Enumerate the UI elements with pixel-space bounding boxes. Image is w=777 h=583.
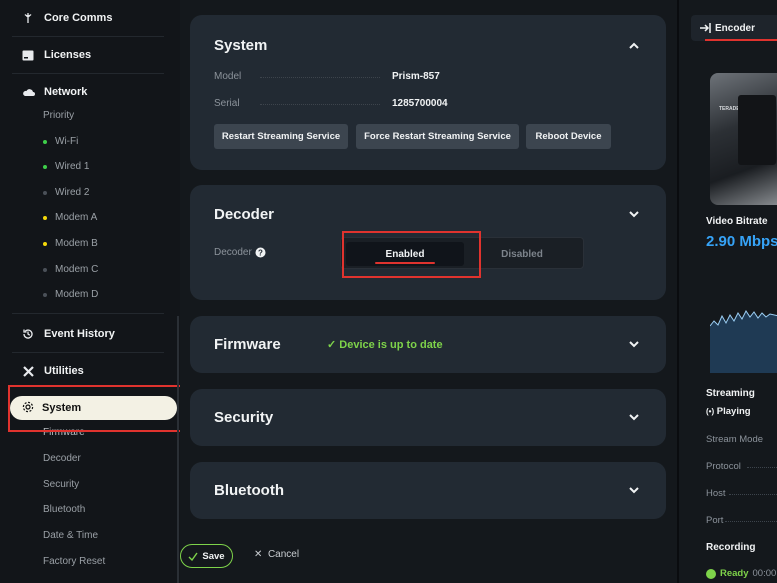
system-item-security[interactable]: Security (43, 479, 79, 490)
sidebar-item-event-history[interactable]: Event History (0, 326, 170, 342)
protocol-label: Protocol (706, 461, 741, 472)
svg-text:?: ? (258, 249, 263, 258)
model-label: Model (214, 71, 242, 82)
force-restart-streaming-button[interactable]: Force Restart Streaming Service (356, 124, 519, 149)
network-item-priority[interactable]: Priority (43, 110, 74, 121)
system-item-bluetooth[interactable]: Bluetooth (43, 504, 85, 515)
input-arrow-icon (700, 23, 711, 33)
chevron-down-icon[interactable] (628, 411, 640, 423)
sidebar-item-label: Event History (44, 328, 115, 340)
sidebar-item-utilities[interactable]: Utilities (0, 363, 170, 379)
check-icon: ✓ (327, 339, 337, 351)
video-bitrate-value: 2.90 Mbps (706, 233, 777, 250)
leader-dots (260, 104, 380, 105)
sidebar: Core Comms Licenses Network Priority Wi-… (0, 0, 188, 583)
status-dot (43, 215, 47, 220)
license-icon (21, 48, 35, 62)
chevron-up-icon[interactable] (628, 40, 640, 52)
status-dot (43, 190, 47, 195)
sidebar-item-label: Core Comms (44, 12, 113, 24)
stream-mode-label: Stream Mode (706, 434, 764, 445)
card-title: System (214, 37, 268, 54)
network-item-wifi[interactable]: Wi-Fi (43, 136, 78, 147)
sidebar-item-label: Network (44, 86, 88, 98)
streaming-label: Streaming (706, 388, 755, 399)
status-dot (43, 164, 47, 169)
right-panel: Encoder TERADEK Video Bitrate 2.90 Mbps … (677, 0, 777, 583)
network-item-modem-c[interactable]: Modem C (43, 264, 98, 275)
sidebar-item-licenses[interactable]: Licenses (0, 47, 170, 63)
network-item-modem-b[interactable]: Modem B (43, 238, 98, 249)
check-icon (188, 552, 198, 561)
status-dot (43, 139, 47, 144)
leader-dots (260, 77, 380, 78)
restart-streaming-button[interactable]: Restart Streaming Service (214, 124, 348, 149)
chevron-down-icon[interactable] (628, 338, 640, 350)
help-icon[interactable]: ? (255, 247, 266, 258)
antenna-icon (21, 11, 35, 25)
sidebar-item-label: Licenses (44, 49, 92, 61)
sidebar-item-core-comms[interactable]: Core Comms (0, 10, 170, 26)
save-button[interactable]: Save (180, 544, 233, 568)
scrollbar[interactable] (177, 316, 179, 583)
card-title: Security (214, 409, 274, 426)
security-card: Security (190, 389, 666, 446)
network-item-modem-a[interactable]: Modem A (43, 212, 97, 223)
tab-encoder[interactable]: Encoder (691, 15, 777, 41)
network-item-wired-2[interactable]: Wired 2 (43, 187, 89, 198)
card-title: Bluetooth (214, 482, 284, 499)
ready-dot (706, 568, 716, 579)
recording-status: Ready 00:00 (706, 568, 776, 579)
chevron-down-icon[interactable] (628, 484, 640, 496)
firmware-status: ✓ Device is up to date (327, 339, 443, 351)
leader-dots (725, 521, 777, 522)
divider (12, 36, 164, 37)
tab-underline (705, 39, 777, 41)
sidebar-item-network[interactable]: Network (0, 84, 170, 100)
bluetooth-card: Bluetooth (190, 462, 666, 519)
system-item-decoder[interactable]: Decoder (43, 453, 81, 464)
leader-dots (747, 467, 777, 468)
port-label: Port (706, 515, 724, 526)
video-preview[interactable]: TERADEK (710, 73, 777, 205)
bitrate-graph (710, 310, 777, 373)
highlight-box-system (8, 385, 188, 432)
tools-icon (21, 364, 35, 378)
cancel-button[interactable]: ✕ Cancel (254, 549, 299, 560)
system-card: System Model Prism-857 Serial 1285700004… (190, 15, 666, 170)
video-bitrate-label: Video Bitrate (706, 216, 768, 227)
status-dot (43, 241, 47, 246)
divider (12, 73, 164, 74)
card-title: Firmware (214, 336, 281, 353)
serial-value: 1285700004 (392, 98, 448, 109)
divider (12, 313, 164, 314)
streaming-status: (•) Playing (706, 406, 751, 417)
system-item-factory-reset[interactable]: Factory Reset (43, 556, 105, 567)
cloud-icon (21, 85, 35, 99)
broadcast-icon: (•) (706, 407, 715, 416)
system-item-date-time[interactable]: Date & Time (43, 530, 98, 541)
serial-label: Serial (214, 98, 240, 109)
close-icon: ✕ (254, 549, 263, 560)
reboot-device-button[interactable]: Reboot Device (526, 124, 611, 149)
decoder-label: Decoder ? (214, 247, 266, 258)
status-dot (43, 292, 47, 297)
leader-dots (729, 494, 777, 495)
network-item-wired-1[interactable]: Wired 1 (43, 161, 89, 172)
host-label: Host (706, 488, 726, 499)
main-content: System Model Prism-857 Serial 1285700004… (180, 0, 677, 583)
card-title: Decoder (214, 206, 275, 223)
sidebar-item-label: Utilities (44, 365, 84, 377)
preview-device (738, 95, 776, 165)
history-icon (21, 327, 35, 341)
chevron-down-icon[interactable] (628, 208, 640, 220)
status-dot (43, 267, 47, 272)
recording-label: Recording (706, 542, 756, 553)
highlight-box-enabled (342, 231, 481, 278)
model-value: Prism-857 (392, 71, 440, 82)
divider (12, 352, 164, 353)
network-item-modem-d[interactable]: Modem D (43, 289, 98, 300)
